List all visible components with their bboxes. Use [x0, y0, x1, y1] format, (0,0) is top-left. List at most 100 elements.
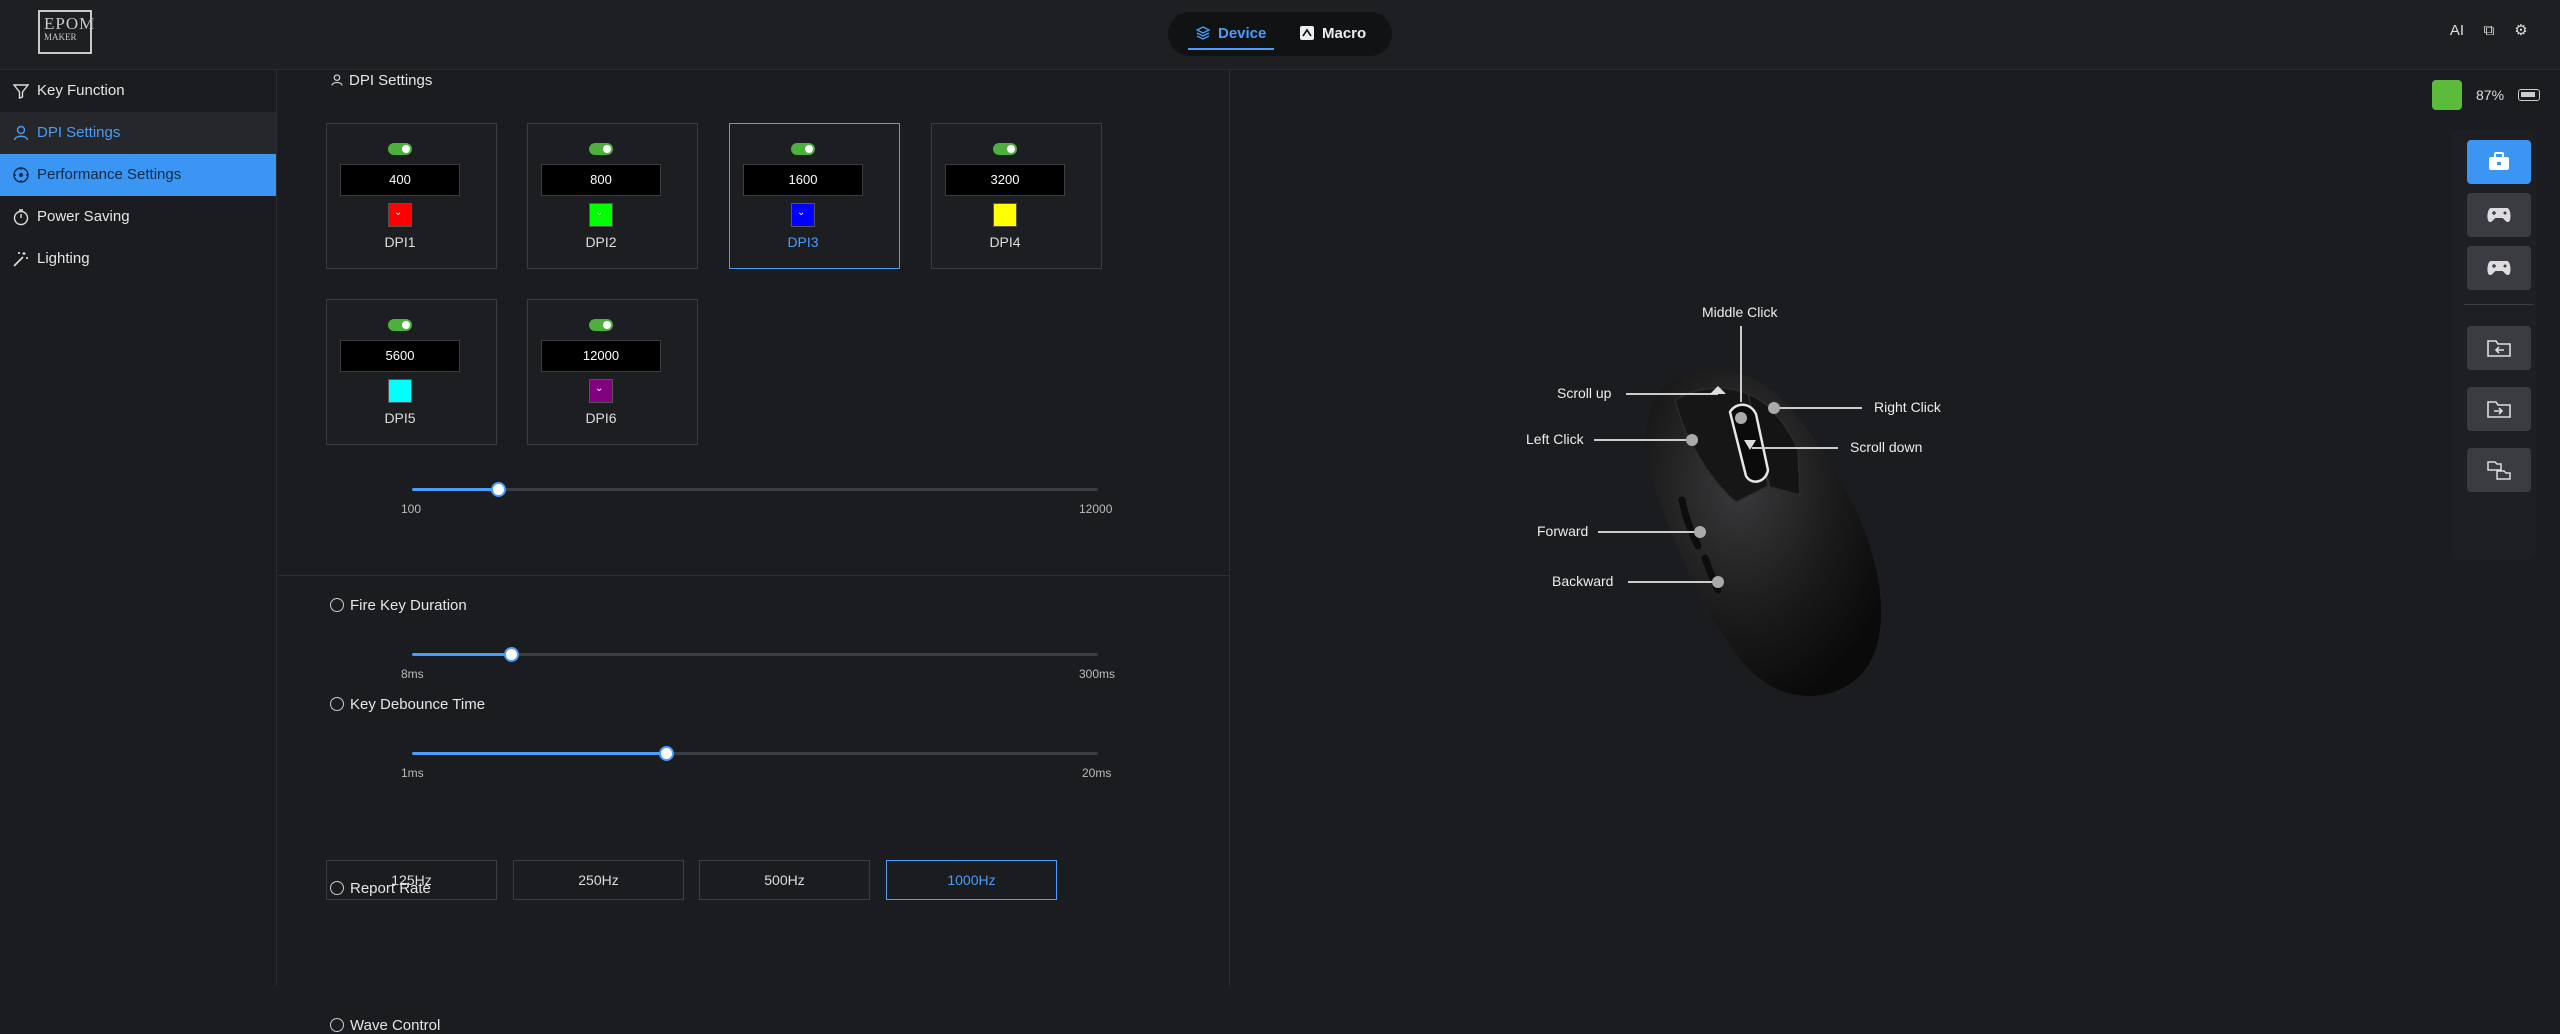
slider-min-label: 100	[401, 502, 422, 516]
dpi-value-field[interactable]: 400	[340, 164, 460, 196]
sidebar: Key Function DPI Settings Performance Se…	[0, 70, 277, 986]
label-backward[interactable]: Backward	[1552, 573, 1613, 589]
gear-icon[interactable]: ⚙	[2512, 22, 2530, 40]
dpi-card-5[interactable]: 5600 DPI5	[326, 299, 497, 445]
dpi-stage-name: DPI5	[384, 410, 416, 426]
gauge-icon	[330, 697, 344, 711]
dpi-color-swatch[interactable]: ⌄	[388, 203, 412, 227]
label-right-click[interactable]: Right Click	[1874, 399, 1941, 415]
logo-text-top: EPOM	[44, 14, 96, 33]
dpi-card-1[interactable]: 400 ⌄ DPI1	[326, 123, 497, 269]
label-scroll-down[interactable]: Scroll down	[1850, 439, 1922, 455]
dpi-card-4[interactable]: 3200 DPI4	[931, 123, 1102, 269]
dpi-stage-name: DPI4	[989, 234, 1021, 250]
dpi-card-6[interactable]: 12000 ⌄ DPI6	[527, 299, 698, 445]
label-left-click[interactable]: Left Click	[1526, 431, 1584, 447]
user-icon	[13, 125, 29, 141]
dpi-color-swatch[interactable]	[993, 203, 1017, 227]
chevron-down-icon: ⌄	[394, 207, 403, 218]
dpi-value-field[interactable]: 3200	[945, 164, 1065, 196]
dpi-toggle[interactable]	[589, 143, 613, 155]
header-actions: AI ⧉ ⚙	[2448, 22, 2530, 40]
gauge-icon	[330, 1018, 344, 1032]
slider-min-label: 1ms	[401, 766, 424, 780]
dpi-color-swatch[interactable]: ⌄	[791, 203, 815, 227]
dpi-slider[interactable]	[412, 479, 1098, 499]
report-rate-125[interactable]: 125Hz	[326, 860, 497, 900]
label-scroll-up[interactable]: Scroll up	[1557, 385, 1611, 401]
gamepad-icon[interactable]	[2467, 193, 2531, 237]
dpi-toggle[interactable]	[791, 143, 815, 155]
sidebar-item-label: Power Saving	[37, 208, 130, 225]
ai-icon[interactable]: AI	[2448, 22, 2466, 40]
sidebar-item-lighting[interactable]: Lighting	[0, 238, 276, 280]
dpi-card-2[interactable]: 800 ⌄ DPI2	[527, 123, 698, 269]
debounce-slider[interactable]	[412, 743, 1098, 763]
sidebar-item-power-saving[interactable]: Power Saving	[0, 196, 276, 238]
briefcase-icon[interactable]	[2467, 140, 2531, 184]
dpi-toggle[interactable]	[388, 319, 412, 331]
dpi-stage-name: DPI3	[787, 234, 819, 250]
tab-macro-label: Macro	[1322, 25, 1367, 42]
user-icon	[331, 74, 343, 86]
battery-level: 87%	[2476, 87, 2505, 103]
report-rate-500[interactable]: 500Hz	[699, 860, 870, 900]
mouse-diagram: Middle Click Scroll up Right Click Left …	[1500, 290, 1980, 730]
dpi-toggle[interactable]	[388, 143, 412, 155]
label-middle-click[interactable]: Middle Click	[1702, 304, 1777, 320]
slider-fill	[412, 752, 666, 755]
gauge-icon	[13, 167, 29, 183]
slider-max-label: 300ms	[1079, 667, 1116, 681]
tab-device-label: Device	[1218, 25, 1267, 42]
sidebar-item-key-function[interactable]: Key Function	[0, 70, 276, 112]
gamepad-icon[interactable]	[2467, 246, 2531, 290]
label-forward[interactable]: Forward	[1537, 523, 1588, 539]
dpi-color-swatch[interactable]: ⌄	[589, 203, 613, 227]
dpi-toggle[interactable]	[993, 143, 1017, 155]
folder-export-icon[interactable]	[2467, 387, 2531, 431]
folder-import-icon[interactable]	[2467, 326, 2531, 370]
sidebar-item-label: Lighting	[37, 250, 90, 267]
sidebar-item-performance-settings[interactable]: Performance Settings	[0, 154, 276, 196]
dpi-color-swatch[interactable]	[388, 379, 412, 403]
sidebar-item-label: DPI Settings	[37, 124, 121, 141]
section-title-text: Fire Key Duration	[350, 597, 467, 614]
dpi-card-3[interactable]: 1600 ⌄ DPI3	[729, 123, 900, 269]
section-divider	[278, 575, 1230, 576]
dpi-stage-name: DPI2	[585, 234, 617, 250]
filter-icon	[12, 84, 30, 99]
sidebar-item-label: Performance Settings	[37, 166, 182, 183]
slider-handle[interactable]	[504, 647, 520, 662]
gauge-icon	[330, 598, 344, 612]
tab-device[interactable]: Device	[1188, 12, 1275, 56]
window-icon[interactable]: ⧉	[2480, 22, 2498, 40]
right-toolbar	[2452, 130, 2536, 560]
dpi-value-field[interactable]: 5600	[340, 340, 460, 372]
sidebar-item-dpi-settings[interactable]: DPI Settings	[0, 112, 276, 154]
section-title-text: Key Debounce Time	[350, 696, 486, 713]
slider-handle[interactable]	[490, 482, 506, 497]
dpi-color-swatch[interactable]: ⌄	[589, 379, 613, 403]
battery-status: 87%	[2432, 80, 2541, 110]
clock-icon	[13, 209, 29, 226]
tab-macro[interactable]: Macro	[1292, 12, 1374, 56]
dpi-value-field[interactable]: 1600	[743, 164, 863, 196]
mouse-image	[1594, 326, 1882, 696]
wave-control-title: Wave Control	[330, 1017, 440, 1034]
dpi-toggle[interactable]	[589, 319, 613, 331]
dpi-value-field[interactable]: 12000	[541, 340, 661, 372]
debounce-title: Key Debounce Time	[330, 696, 485, 713]
fire-key-slider[interactable]	[412, 644, 1098, 664]
wireless-icon	[2432, 80, 2462, 110]
toolbar-divider	[2464, 304, 2534, 305]
report-rate-250[interactable]: 250Hz	[513, 860, 684, 900]
folder-sync-icon[interactable]	[2467, 448, 2531, 492]
battery-icon	[2518, 89, 2541, 101]
dpi-settings-title: DPI Settings	[330, 72, 432, 89]
dpi-value-field[interactable]: 800	[541, 164, 661, 196]
slider-handle[interactable]	[658, 746, 674, 761]
slider-max-label: 12000	[1079, 502, 1113, 516]
wand-icon	[13, 252, 28, 267]
slider-max-label: 20ms	[1082, 766, 1112, 780]
report-rate-1000[interactable]: 1000Hz	[886, 860, 1057, 900]
